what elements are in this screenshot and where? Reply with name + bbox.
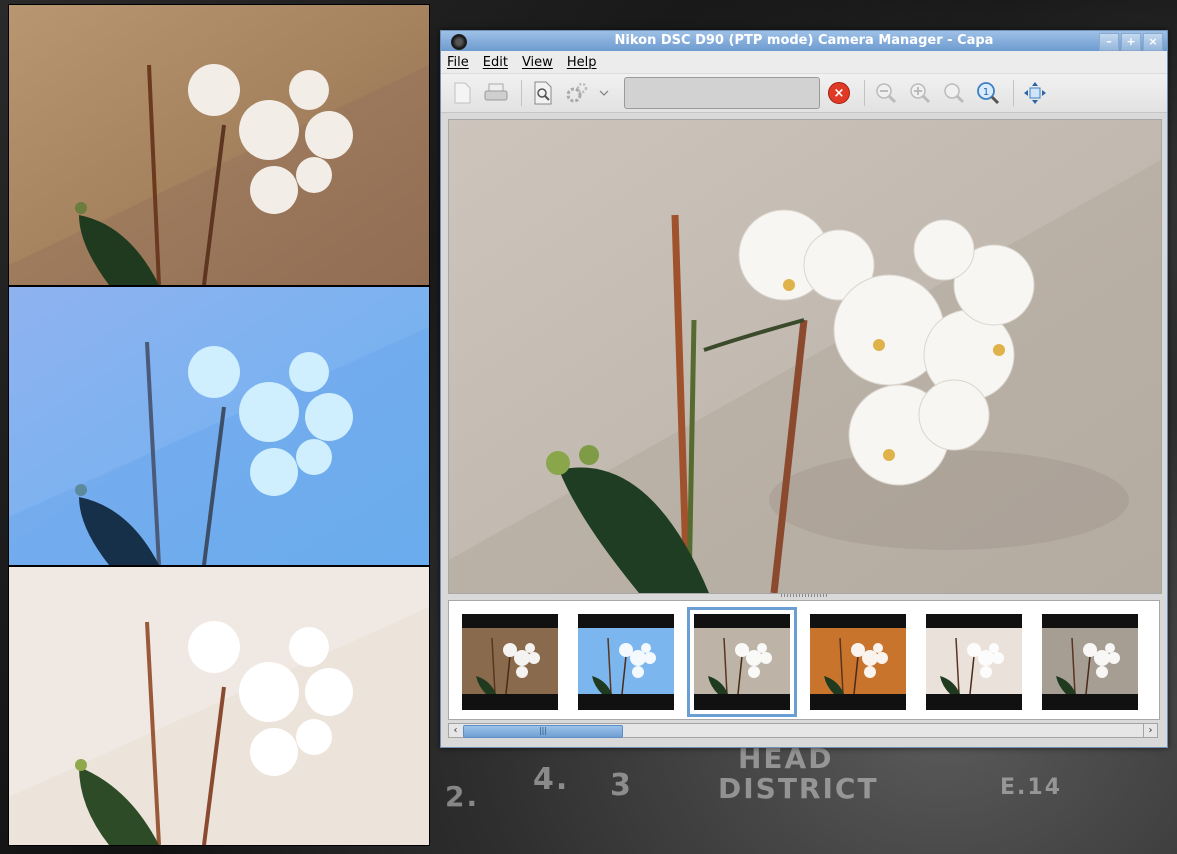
toolbar-separator: [521, 80, 522, 106]
thumbnail-item[interactable]: [462, 614, 558, 710]
camera-app-icon[interactable]: [451, 34, 467, 50]
close-button[interactable]: ×: [1143, 33, 1163, 51]
dropdown-icon[interactable]: [596, 78, 612, 108]
menu-help[interactable]: Help: [567, 55, 597, 70]
camera-manager-window: Nikon DSC D90 (PTP mode) Camera Manager …: [440, 30, 1168, 748]
minimize-button[interactable]: –: [1099, 33, 1119, 51]
desktop-photo-bright: [8, 566, 430, 846]
thumbnail-photo: [462, 628, 558, 694]
scroll-left-arrow[interactable]: ‹: [449, 724, 462, 737]
thumbnail-image: [694, 628, 790, 694]
new-file-icon[interactable]: [447, 78, 477, 108]
main-photo: [449, 120, 1161, 593]
zoom-100-icon[interactable]: 1: [973, 78, 1003, 108]
menu-file[interactable]: File: [447, 55, 469, 70]
toolbar-separator: [864, 80, 865, 106]
thumbnail-image: [926, 628, 1022, 694]
thumbnail-photo: [1042, 628, 1138, 694]
map-label-e14: E.14: [1000, 775, 1063, 800]
thumbnail-item[interactable]: [578, 614, 674, 710]
thumbnail-strip: [448, 600, 1160, 720]
search-input[interactable]: [624, 77, 820, 109]
scroll-right-arrow[interactable]: ›: [1143, 724, 1157, 737]
thumbnail-scrollbar[interactable]: ‹ ||| ›: [448, 723, 1158, 738]
menubar: File Edit View Help: [441, 51, 1167, 74]
svg-text:1: 1: [983, 87, 989, 98]
thumbnail-image: [578, 628, 674, 694]
thumbnail-photo: [694, 628, 790, 694]
maximize-button[interactable]: +: [1121, 33, 1141, 51]
thumbnail-item[interactable]: [810, 614, 906, 710]
thumbnail-image: [462, 628, 558, 694]
zoom-out-icon[interactable]: [871, 78, 901, 108]
zoom-in-icon[interactable]: [905, 78, 935, 108]
map-label-district: DISTRICT: [718, 772, 879, 805]
desktop-photo-blue: [8, 286, 430, 566]
map-label-2: 2.: [445, 780, 480, 813]
thumbnail-photo: [926, 628, 1022, 694]
thumbnail-photo: [578, 628, 674, 694]
settings-icon[interactable]: [562, 78, 592, 108]
toolbar: × 1: [441, 74, 1167, 113]
thumbnail-item[interactable]: [926, 614, 1022, 710]
menu-view[interactable]: View: [522, 55, 553, 70]
thumbnail-photo: [810, 628, 906, 694]
print-icon[interactable]: [481, 78, 511, 108]
map-label-3: 3: [610, 768, 633, 803]
thumbnail-image: [810, 628, 906, 694]
desktop-photo-warm: [8, 4, 430, 286]
window-title: Nikon DSC D90 (PTP mode) Camera Manager …: [614, 33, 994, 48]
clear-search-button[interactable]: ×: [828, 82, 850, 104]
panel-splitter-handle[interactable]: [781, 594, 827, 597]
thumbnail-item[interactable]: [1042, 614, 1138, 710]
thumbnail-item[interactable]: [687, 607, 797, 717]
preview-icon[interactable]: [528, 78, 558, 108]
thumbnail-image: [1042, 628, 1138, 694]
fit-window-icon[interactable]: [1020, 78, 1050, 108]
scrollbar-thumb[interactable]: |||: [463, 725, 623, 738]
window-titlebar[interactable]: Nikon DSC D90 (PTP mode) Camera Manager …: [441, 31, 1167, 51]
toolbar-separator: [1013, 80, 1014, 106]
map-label-4: 4.: [533, 762, 570, 797]
image-viewer[interactable]: [448, 119, 1162, 594]
menu-edit[interactable]: Edit: [483, 55, 508, 70]
zoom-fit-icon[interactable]: [939, 78, 969, 108]
